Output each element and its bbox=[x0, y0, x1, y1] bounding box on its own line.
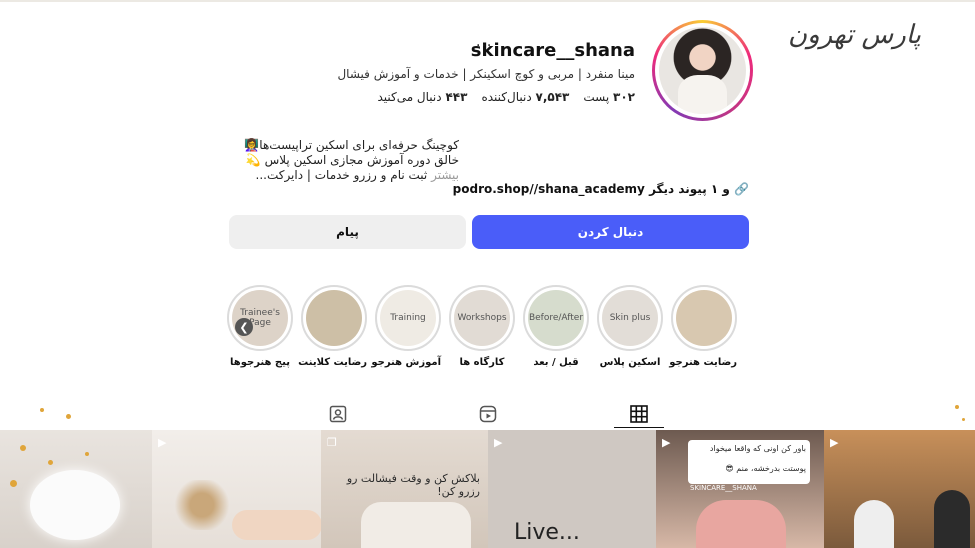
tab-reels[interactable] bbox=[463, 400, 513, 428]
message-button[interactable]: پیام bbox=[229, 215, 466, 249]
decoration-dot bbox=[48, 460, 53, 465]
reels-icon bbox=[479, 405, 497, 423]
highlight-label: اسکین پلاس bbox=[599, 357, 661, 368]
highlight-cover: Trainee's Page bbox=[227, 285, 293, 351]
highlight-cover-text bbox=[306, 290, 362, 346]
highlight-cover-text: Workshops bbox=[454, 290, 510, 346]
highlight-cover: Training bbox=[375, 285, 441, 351]
hand-shape bbox=[232, 510, 321, 540]
reel-icon: ▶ bbox=[830, 436, 839, 449]
post-watermark: SKINCARE__SHANA bbox=[690, 484, 757, 492]
decoration-dot bbox=[20, 445, 26, 451]
highlight-cover-text: Skin plus bbox=[602, 290, 658, 346]
decoration-dot bbox=[66, 414, 71, 419]
highlight-cover-text bbox=[676, 290, 732, 346]
description-line: کوچینگ حرفه‌ای برای اسکین تراپیست‌ها👩‍🏫 bbox=[244, 138, 459, 152]
highlight-cover: Workshops bbox=[449, 285, 515, 351]
description-line: خالق دوره آموزش مجازی اسکین پلاس 💫 bbox=[245, 153, 459, 167]
post-caption: بلاکش کن و وقت فیشالت رو رزرو کن! bbox=[346, 472, 480, 498]
story-highlight[interactable]: Before/After قبل / بعد bbox=[523, 285, 589, 368]
story-highlight[interactable]: رضایت کلاینت bbox=[298, 285, 367, 368]
highlight-cover bbox=[301, 285, 367, 351]
post-tile-2[interactable]: ▶ bbox=[152, 430, 321, 548]
following-stat[interactable]: ۴۴۳ دنبال می‌کنید bbox=[377, 90, 467, 104]
highlight-cover-text: Training bbox=[380, 290, 436, 346]
towel-shape bbox=[361, 502, 471, 548]
highlight-label: پیج هنرجوها bbox=[230, 357, 290, 368]
story-highlight[interactable]: Skin plus اسکین پلاس bbox=[597, 285, 663, 368]
highlight-label: قبل / بعد bbox=[533, 357, 579, 368]
reel-icon: ▶ bbox=[494, 436, 503, 449]
profile-description: کوچینگ حرفه‌ای برای اسکین تراپیست‌ها👩‍🏫 … bbox=[229, 138, 459, 183]
decoration-dot bbox=[955, 405, 959, 409]
decoration-dot bbox=[10, 480, 17, 487]
post-tile-1[interactable] bbox=[0, 430, 152, 548]
story-highlight[interactable]: Training آموزش هنرجو bbox=[371, 285, 441, 368]
post-tile-4[interactable]: ▶ Live... bbox=[488, 430, 656, 548]
carousel-icon: ❐ bbox=[327, 436, 337, 449]
profile-stats: ۳۰۲ پست ۷,۵۴۳ دنبال‌کننده ۴۴۳ دنبال می‌ک… bbox=[377, 90, 635, 104]
highlights-prev-button[interactable]: ❮ bbox=[235, 318, 253, 336]
followers-stat[interactable]: ۷,۵۴۳ دنبال‌کننده bbox=[481, 90, 569, 104]
text-bubble: باور کن اونی که واقعا میخواد پوستت بدرخش… bbox=[688, 440, 810, 484]
face-mask-shape bbox=[696, 500, 786, 548]
person-shape bbox=[854, 500, 894, 548]
story-highlight[interactable]: Workshops کارگاه ها bbox=[449, 285, 515, 368]
person-shape bbox=[934, 490, 970, 548]
description-more-link[interactable]: بیشتر bbox=[431, 168, 459, 182]
watermark-logo: پارس تهرون bbox=[788, 20, 921, 50]
dried-flower bbox=[172, 480, 232, 530]
grid-icon bbox=[630, 404, 648, 423]
highlight-cover: Skin plus bbox=[597, 285, 663, 351]
profile-link[interactable]: 🔗 و ۱ پیوند دیگر podro.shop//shana_acade… bbox=[453, 182, 749, 196]
decoration-dot bbox=[40, 408, 44, 412]
highlight-label: رضایت هنرجو bbox=[669, 357, 737, 368]
link-url: podro.shop//shana_academy bbox=[452, 182, 645, 196]
highlight-cover-text: Before/After bbox=[528, 290, 584, 346]
tagged-icon bbox=[329, 405, 347, 423]
foam-shape bbox=[30, 470, 120, 540]
profile-avatar[interactable] bbox=[652, 20, 753, 121]
highlight-label: کارگاه ها bbox=[459, 357, 505, 368]
highlight-cover bbox=[671, 285, 737, 351]
tab-posts[interactable] bbox=[614, 400, 664, 428]
link-icon: 🔗 bbox=[734, 182, 749, 196]
highlight-label: آموزش هنرجو bbox=[371, 357, 441, 368]
post-caption: باور کن اونی که واقعا میخواد bbox=[709, 444, 806, 453]
post-tile-5[interactable]: ▶ باور کن اونی که واقعا میخواد پوستت بدر… bbox=[656, 430, 824, 548]
profile-username: skincare__shana bbox=[470, 40, 635, 61]
post-caption: Live... bbox=[514, 520, 580, 545]
avatar-photo bbox=[659, 27, 746, 114]
more-options-button[interactable]: ··· bbox=[476, 38, 492, 54]
post-tile-3[interactable]: ❐ بلاکش کن و وقت فیشالت رو رزرو کن! bbox=[321, 430, 488, 548]
highlight-label: رضایت کلاینت bbox=[298, 357, 367, 368]
tab-tagged[interactable] bbox=[313, 400, 363, 428]
decoration-dot bbox=[85, 452, 89, 456]
posts-grid: ▶ ❐ بلاکش کن و وقت فیشالت رو رزرو کن! ▶ … bbox=[0, 430, 975, 548]
post-caption: پوستت بدرخشه، منم 😎 bbox=[725, 464, 806, 473]
profile-bio-line: مینا منفرد | مربی و کوچ اسکینکر | خدمات … bbox=[337, 67, 635, 81]
reel-icon: ▶ bbox=[662, 436, 671, 449]
decoration-dot bbox=[962, 418, 965, 421]
link-more-label: و ۱ پیوند دیگر bbox=[649, 182, 730, 196]
reel-icon: ▶ bbox=[158, 436, 167, 449]
post-tile-6[interactable]: ▶ bbox=[824, 430, 975, 548]
story-highlight[interactable]: رضایت هنرجو bbox=[669, 285, 737, 368]
description-line: ثبت نام و رزرو خدمات | دایرکت... bbox=[255, 168, 428, 182]
follow-button[interactable]: دنبال کردن bbox=[472, 215, 749, 249]
posts-stat: ۳۰۲ پست bbox=[583, 90, 635, 104]
highlight-cover: Before/After bbox=[523, 285, 589, 351]
top-border bbox=[0, 0, 975, 2]
